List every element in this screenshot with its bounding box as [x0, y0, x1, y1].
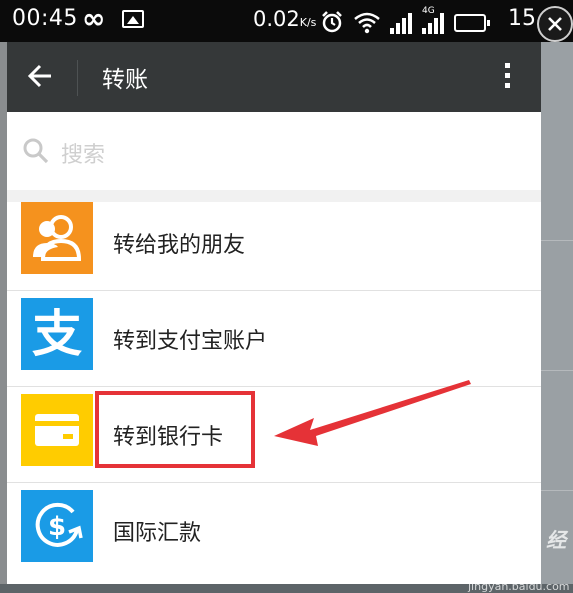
status-time: 00:45	[12, 6, 78, 31]
background-page-right	[541, 40, 573, 584]
battery-level: 15	[508, 6, 536, 31]
highlight-box	[95, 391, 255, 468]
signal-4g-icon: 4G	[422, 6, 444, 34]
app-bar-divider	[77, 60, 78, 96]
back-arrow-icon	[27, 64, 51, 88]
watermark: Bai du 经验 jingyan.baidu.com	[468, 524, 573, 593]
transfer-panel: 搜索 转给我的朋友 支 转到支付宝账户 转到银行卡 $ 国际汇款	[7, 112, 541, 584]
watermark-url: jingyan.baidu.com	[468, 580, 570, 593]
search-icon	[23, 138, 49, 164]
more-dot	[504, 63, 510, 68]
signal-icon	[390, 12, 412, 34]
status-bar: 00:45 ∞ 0.02K/s 4G 15	[0, 0, 573, 42]
option-label: 转到支付宝账户	[113, 329, 268, 354]
watermark-logo: Bai du 经验	[468, 528, 567, 581]
app-bar: 转账	[7, 42, 541, 112]
network-speed: 0.02K/s	[253, 7, 317, 31]
status-icons: 4G	[320, 6, 490, 34]
back-button[interactable]	[27, 63, 53, 93]
search-placeholder: 搜索	[61, 143, 106, 168]
svg-text:$: $	[48, 512, 66, 542]
option-label: 国际汇款	[113, 521, 202, 546]
option-transfer-to-friend[interactable]: 转给我的朋友	[7, 195, 541, 291]
annotation-arrow-icon	[274, 380, 471, 446]
background-page-left	[0, 40, 7, 584]
alarm-icon	[322, 11, 342, 33]
close-icon	[548, 17, 562, 31]
battery-icon	[454, 14, 490, 32]
wifi-icon	[354, 12, 380, 34]
alipay-icon: 支	[21, 298, 93, 370]
option-label: 转给我的朋友	[113, 233, 246, 258]
infinity-icon: ∞	[82, 2, 106, 35]
search-bar[interactable]: 搜索	[7, 112, 541, 190]
more-menu-button[interactable]	[501, 60, 513, 96]
friends-icon	[21, 202, 93, 274]
close-button[interactable]	[537, 6, 573, 42]
option-transfer-to-alipay[interactable]: 支 转到支付宝账户	[7, 291, 541, 387]
page-title: 转账	[102, 67, 148, 93]
international-remit-icon: $	[21, 490, 93, 562]
more-dot	[504, 73, 510, 78]
bank-card-icon	[21, 394, 93, 466]
more-dot	[504, 83, 510, 88]
image-icon	[122, 10, 144, 28]
option-international-remittance[interactable]: $ 国际汇款	[7, 483, 541, 579]
